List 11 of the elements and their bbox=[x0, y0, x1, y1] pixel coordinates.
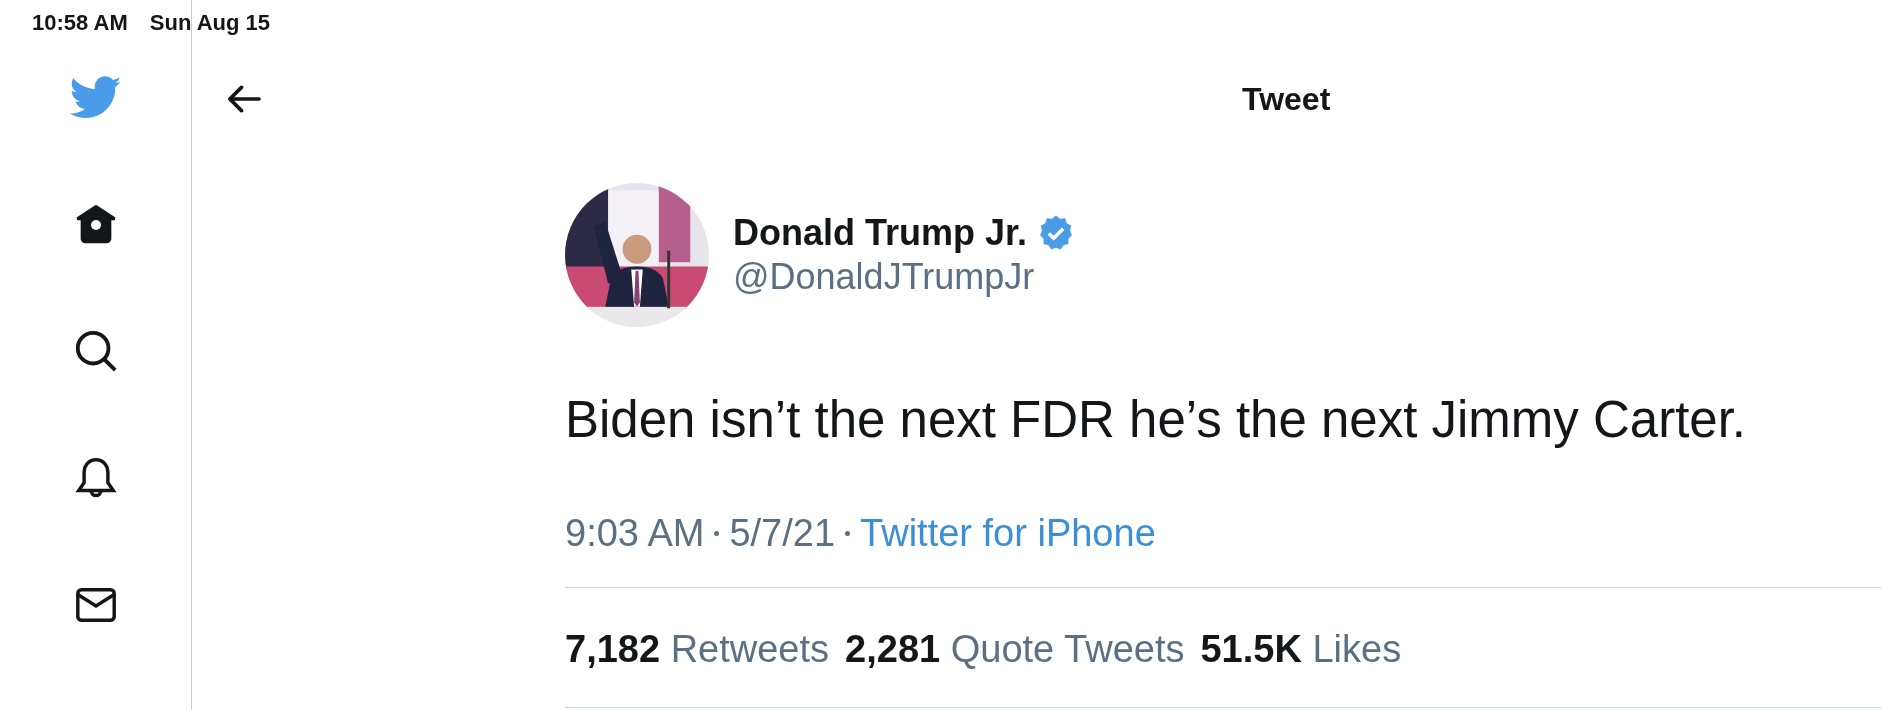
tweet-date: 5/7/21 bbox=[729, 512, 836, 556]
status-time: 10:58 AM bbox=[32, 10, 128, 36]
stat-link[interactable]: 2,281 Quote Tweets bbox=[845, 628, 1185, 672]
tweet-time: 9:03 AM bbox=[565, 512, 705, 556]
author-name[interactable]: Donald Trump Jr. bbox=[733, 212, 1028, 254]
page-title: Tweet bbox=[1242, 80, 1331, 118]
author-handle[interactable]: @DonaldJTrumpJr bbox=[733, 256, 1076, 298]
stat-link[interactable]: 51.5K Likes bbox=[1200, 628, 1402, 672]
tweet-text: Biden isn’t the next FDR he’s the next Jimmy Carter. bbox=[565, 390, 1748, 450]
status-date: Sun Aug 15 bbox=[149, 10, 270, 36]
stat-link[interactable]: 7,182 Retweets bbox=[565, 628, 830, 672]
